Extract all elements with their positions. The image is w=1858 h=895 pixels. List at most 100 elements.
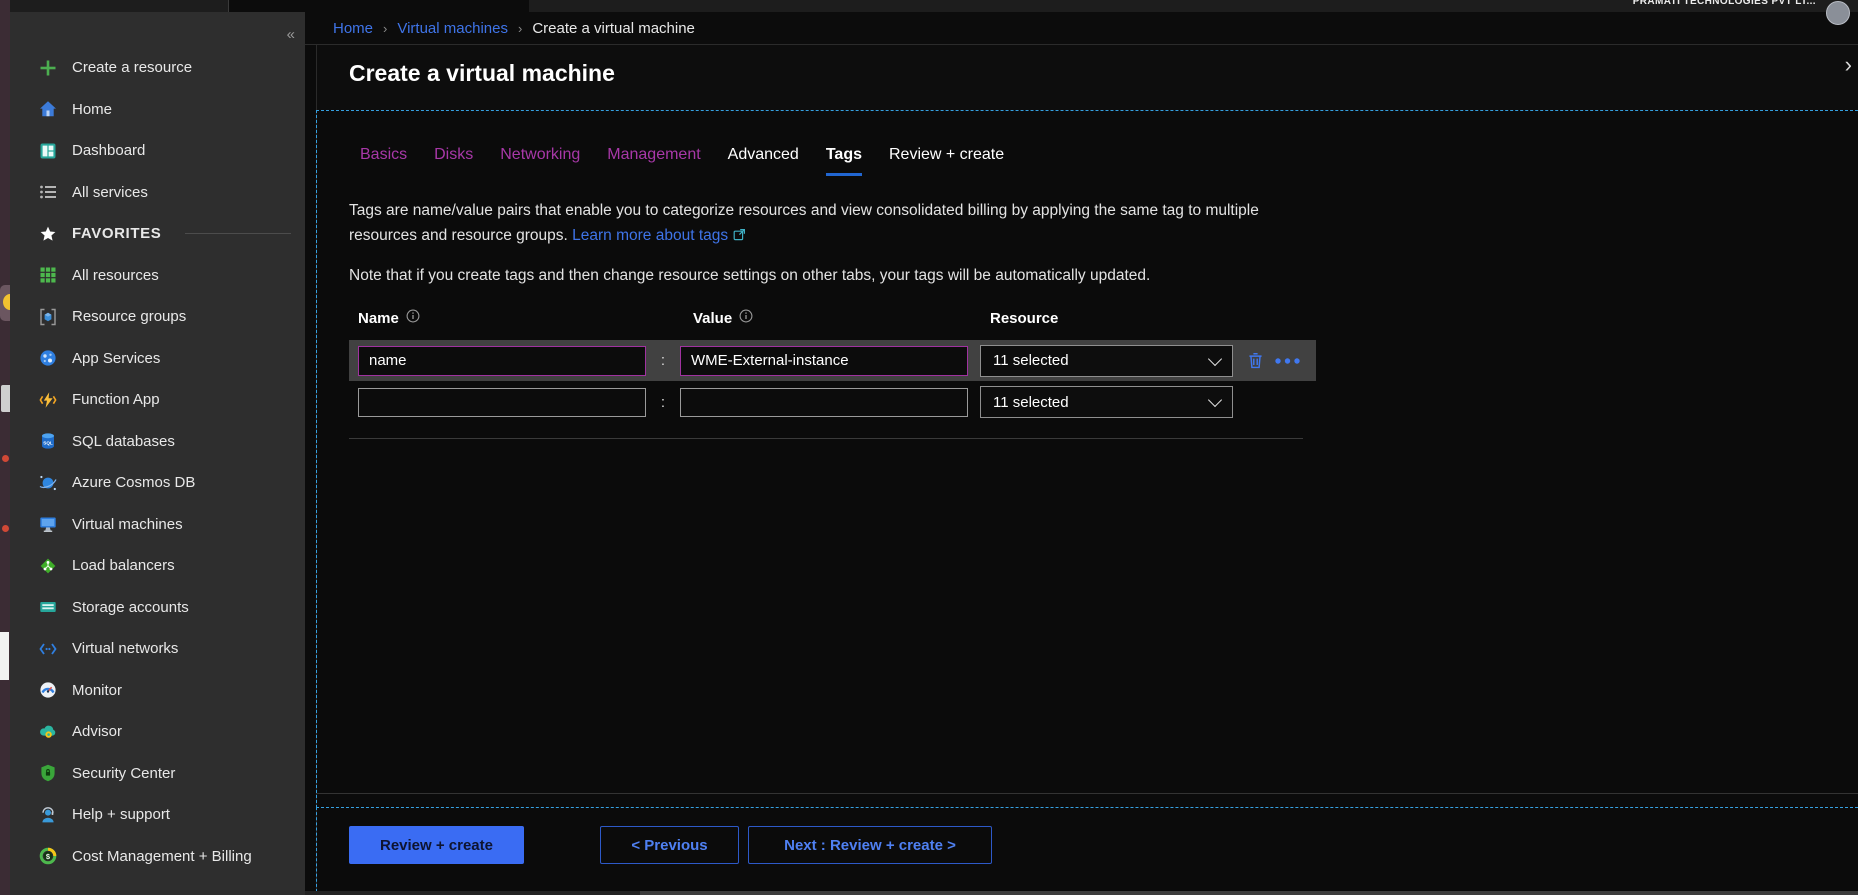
sql-databases-icon: SQL (38, 431, 58, 451)
learn-more-link[interactable]: Learn more about tags (572, 227, 728, 244)
function-app-icon (38, 390, 58, 410)
top-search-box[interactable] (228, 0, 529, 12)
sidebar-collapse-icon[interactable]: « (287, 26, 295, 43)
app-services-icon (38, 348, 58, 368)
resource-dropdown[interactable]: 11 selected (980, 386, 1233, 418)
tag-name-input[interactable] (358, 388, 646, 417)
sidebar-item-advisor[interactable]: Advisor (10, 711, 305, 753)
resource-dropdown[interactable]: 11 selected (980, 345, 1233, 377)
tab-basics[interactable]: Basics (360, 146, 407, 173)
star-icon (38, 224, 58, 244)
azure-cosmos-db-icon (38, 473, 58, 493)
tab-tags[interactable]: Tags (826, 146, 862, 176)
region-highlight-overlay-bottom (316, 807, 1858, 808)
dashboard-icon (38, 141, 58, 161)
sidebar-item-label: All services (72, 184, 148, 201)
sidebar-item-label: SQL databases (72, 433, 175, 450)
sidebar-item-create-a-resource[interactable]: Create a resource (10, 47, 305, 89)
wizard-tabs: Basics Disks Networking Management Advan… (360, 146, 1858, 176)
column-header-resource: Resource (990, 310, 1058, 327)
storage-accounts-icon (38, 597, 58, 617)
all-resources-icon (38, 265, 58, 285)
sidebar-item-virtual-machines[interactable]: Virtual machines (10, 504, 305, 546)
tab-review-create[interactable]: Review + create (889, 146, 1004, 173)
tag-name-input[interactable] (358, 346, 646, 376)
monitor-icon (38, 680, 58, 700)
sidebar-item-label: Monitor (72, 682, 122, 699)
chevron-down-icon (1208, 351, 1222, 365)
sidebar-item-label: Security Center (72, 765, 175, 782)
sidebar-item-storage-accounts[interactable]: Storage accounts (10, 587, 305, 629)
tab-advanced[interactable]: Advanced (728, 146, 799, 173)
sidebar-item-label: Help + support (72, 806, 170, 823)
delete-row-button[interactable] (1246, 351, 1265, 370)
horizontal-scrollbar-thumb[interactable] (640, 891, 1858, 895)
tags-table-header: Name Value Resource (349, 309, 1858, 327)
resource-dropdown-value: 11 selected (993, 394, 1069, 411)
resource-groups-icon (38, 307, 58, 327)
virtual-machines-icon (38, 514, 58, 534)
sidebar-item-monitor[interactable]: Monitor (10, 670, 305, 712)
breadcrumb-current: Create a virtual machine (532, 20, 695, 37)
tag-row-1: : 11 selected (349, 340, 1316, 381)
sidebar-item-label: Home (72, 101, 112, 118)
sidebar-item-cost-management-billing[interactable]: $ Cost Management + Billing (10, 836, 305, 878)
breadcrumb-separator-icon: › (373, 21, 397, 36)
sidebar-item-label: Virtual networks (72, 640, 178, 657)
info-icon[interactable] (739, 309, 753, 327)
tag-value-input[interactable] (680, 346, 968, 376)
tag-value-input[interactable] (680, 388, 968, 417)
sidebar: « Create a resource Home Dashboard All s… (10, 12, 305, 895)
sidebar-item-azure-cosmos-db[interactable]: Azure Cosmos DB (10, 462, 305, 504)
info-icon[interactable] (406, 309, 420, 327)
dock-app-icon (0, 632, 9, 680)
row-more-options-button[interactable] (1274, 357, 1301, 365)
tab-management[interactable]: Management (607, 146, 700, 173)
tags-tab-content: Basics Disks Networking Management Advan… (316, 110, 1858, 805)
previous-button[interactable]: < Previous (600, 826, 739, 864)
sidebar-item-label: Virtual machines (72, 516, 183, 533)
sidebar-item-resource-groups[interactable]: Resource groups (10, 296, 305, 338)
sidebar-item-load-balancers[interactable]: Load balancers (10, 545, 305, 587)
dock-app-icon (0, 285, 10, 321)
favorites-label: FAVORITES (72, 225, 161, 242)
column-header-value: Value (693, 310, 732, 327)
account-avatar[interactable] (1826, 1, 1850, 25)
favorites-divider (185, 233, 291, 234)
azure-portal-screen: PRAMATI TECHNOLOGIES PVT LT... « Create … (0, 0, 1858, 895)
review-create-button[interactable]: Review + create (349, 826, 524, 864)
sidebar-item-label: Cost Management + Billing (72, 848, 252, 865)
breadcrumb-link-virtual-machines[interactable]: Virtual machines (397, 20, 508, 37)
os-dock-edge (0, 0, 10, 895)
horizontal-scrollbar[interactable] (305, 891, 1858, 895)
breadcrumb-link-home[interactable]: Home (333, 20, 373, 37)
sidebar-item-virtual-networks[interactable]: Virtual networks (10, 628, 305, 670)
sidebar-item-label: Function App (72, 391, 160, 408)
tab-networking[interactable]: Networking (500, 146, 580, 173)
security-center-icon (38, 763, 58, 783)
page-title: Create a virtual machine (349, 60, 615, 87)
sidebar-item-all-resources[interactable]: All resources (10, 255, 305, 297)
help-support-icon (38, 805, 58, 825)
pane-scroll-right-icon[interactable]: › (1845, 52, 1852, 78)
tenant-name[interactable]: PRAMATI TECHNOLOGIES PVT LT... (1633, 0, 1816, 7)
blade-title-row: Create a virtual machine › (317, 44, 1858, 110)
sidebar-item-home[interactable]: Home (10, 89, 305, 131)
sidebar-item-app-services[interactable]: App Services (10, 338, 305, 380)
resource-dropdown-value: 11 selected (993, 352, 1069, 369)
sidebar-item-security-center[interactable]: Security Center (10, 753, 305, 795)
sidebar-item-label: App Services (72, 350, 160, 367)
tag-colon: : (646, 352, 680, 369)
tab-disks[interactable]: Disks (434, 146, 473, 173)
sidebar-item-dashboard[interactable]: Dashboard (10, 130, 305, 172)
tags-note-text: Note that if you create tags and then ch… (349, 267, 1858, 285)
plus-icon (38, 58, 58, 78)
sidebar-item-function-app[interactable]: Function App (10, 379, 305, 421)
sidebar-item-all-services[interactable]: All services (10, 172, 305, 214)
next-button[interactable]: Next : Review + create > (748, 826, 992, 864)
sidebar-item-help-support[interactable]: Help + support (10, 794, 305, 836)
breadcrumb: Home › Virtual machines › Create a virtu… (305, 12, 1858, 45)
tag-row-2: : 11 selected (349, 386, 1316, 418)
home-icon (38, 99, 58, 119)
sidebar-item-sql-databases[interactable]: SQL SQL databases (10, 421, 305, 463)
